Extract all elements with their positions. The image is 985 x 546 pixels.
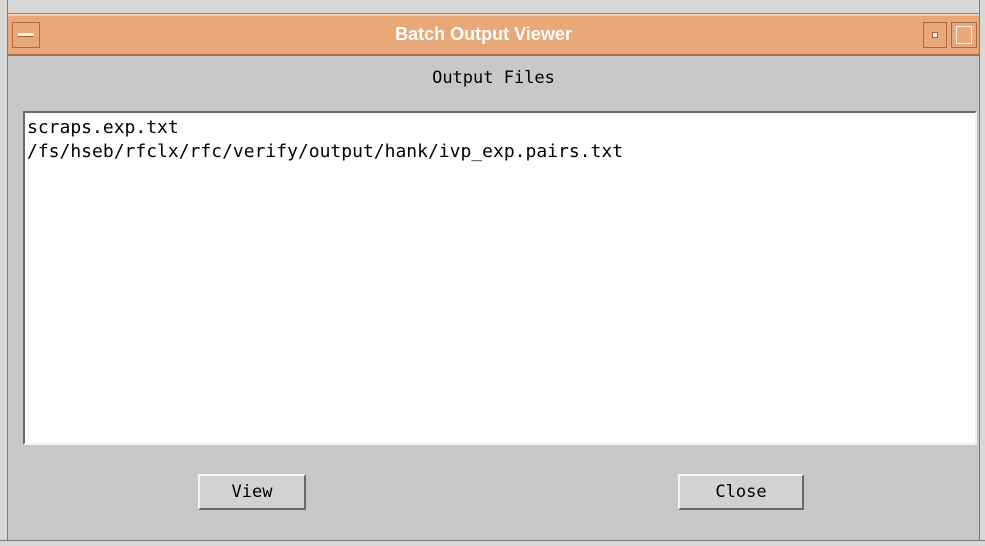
title-bar[interactable]: Batch Output Viewer [8,14,979,56]
list-item[interactable]: /fs/hseb/rfclx/rfc/verify/output/hank/iv… [27,140,973,164]
window-menu-icon [18,33,34,37]
maximize-button[interactable] [951,22,977,48]
view-button[interactable]: View [198,474,306,510]
batch-output-viewer-window: Batch Output Viewer Output Files scraps.… [0,0,985,546]
output-files-list[interactable]: scraps.exp.txt /fs/hseb/rfclx/rfc/verify… [23,111,977,445]
window-bottom-border[interactable] [0,540,985,546]
window-left-border[interactable] [0,0,8,546]
minimize-button[interactable] [923,22,947,48]
window-title: Batch Output Viewer [395,24,572,44]
maximize-icon [956,26,972,44]
window-right-border[interactable] [979,0,985,546]
window-menu-button[interactable] [12,22,40,48]
window-top-border[interactable] [0,0,985,14]
minimize-icon [932,32,938,38]
output-files-heading: Output Files [432,68,555,88]
list-item[interactable]: scraps.exp.txt [27,116,973,140]
dialog-content: Output Files scraps.exp.txt /fs/hseb/rfc… [8,56,979,540]
close-button[interactable]: Close [678,474,804,510]
